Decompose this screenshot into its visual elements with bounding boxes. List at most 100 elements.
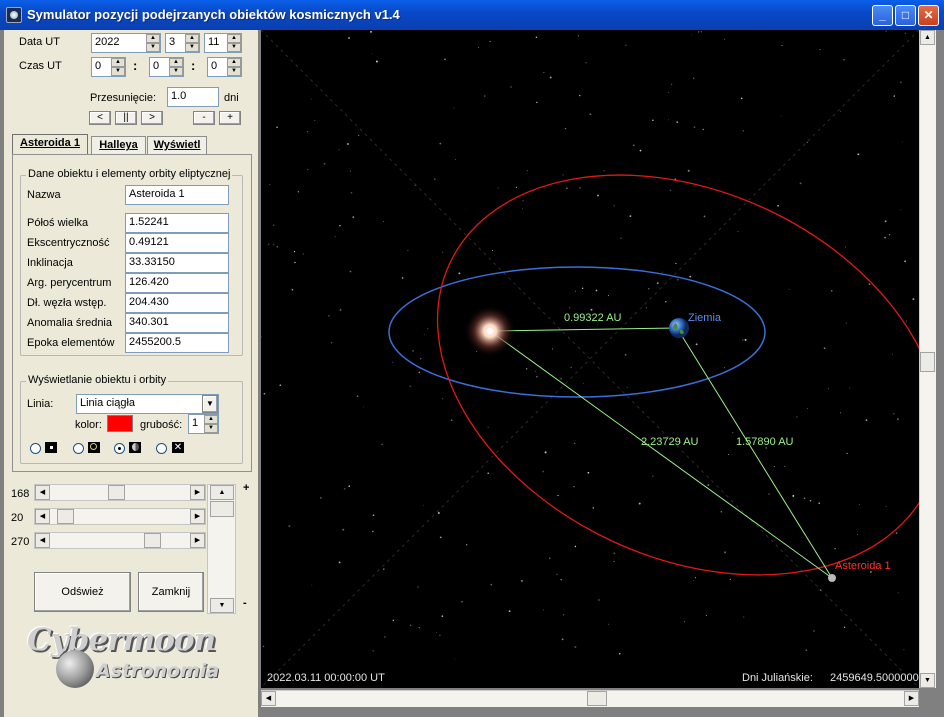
orbit-view[interactable]: Ziemia Asteroida 1 0.99322 AU 2.23729 AU…: [261, 30, 919, 688]
semi-major-axis-input[interactable]: 1.52241: [125, 213, 229, 233]
step-forward-button[interactable]: >: [141, 111, 163, 125]
star: [339, 225, 341, 227]
down-arrow-icon[interactable]: ▼: [185, 43, 199, 52]
up-arrow-icon[interactable]: ▲: [146, 34, 160, 43]
earth-label: Ziemia: [688, 312, 722, 324]
speed-down-button[interactable]: -: [193, 111, 215, 125]
down-arrow-icon[interactable]: ▼: [111, 67, 125, 76]
step-back-button[interactable]: <: [89, 111, 111, 125]
app-icon[interactable]: [6, 7, 22, 23]
maximize-icon: □: [901, 8, 910, 22]
down-arrow-icon[interactable]: ▼: [169, 67, 183, 76]
star: [780, 115, 782, 117]
star: [648, 288, 650, 290]
down-arrow-icon[interactable]: ▼: [210, 598, 234, 613]
up-arrow-icon[interactable]: ▲: [920, 30, 935, 45]
zoom-thumb[interactable]: [210, 501, 234, 517]
marker-radio-3[interactable]: [114, 443, 125, 454]
tab-asteroid[interactable]: Asteroida 1: [12, 134, 88, 155]
rotation-z-slider[interactable]: ◀ ▶: [34, 532, 206, 549]
slider-thumb[interactable]: [108, 485, 125, 500]
star: [535, 36, 538, 39]
hour-spinner[interactable]: 0 ▲ ▼: [91, 57, 126, 77]
tab-halley[interactable]: Halleya: [91, 136, 146, 154]
up-arrow-icon[interactable]: ▲: [185, 34, 199, 43]
pause-button[interactable]: ||: [115, 111, 137, 125]
down-arrow-icon[interactable]: ▼: [146, 43, 160, 52]
up-arrow-icon[interactable]: ▲: [111, 58, 125, 67]
rotation-x-slider[interactable]: ◀ ▶: [34, 484, 206, 501]
down-arrow-icon[interactable]: ▼: [227, 43, 241, 52]
zoom-slider[interactable]: ▲ ▼: [207, 484, 236, 614]
star: [487, 426, 489, 428]
speed-up-button[interactable]: +: [219, 111, 241, 125]
minimize-button[interactable]: _: [872, 5, 893, 26]
star: [585, 62, 587, 64]
distance-sun-earth: 0.99322 AU: [564, 312, 622, 324]
up-arrow-icon[interactable]: ▲: [169, 58, 183, 67]
color-picker-swatch[interactable]: [107, 415, 133, 432]
left-arrow-icon[interactable]: ◀: [35, 509, 50, 524]
epoch-input[interactable]: 2455200.5: [125, 333, 229, 353]
horizontal-scroll-thumb[interactable]: [587, 691, 607, 706]
left-arrow-icon[interactable]: ◀: [35, 533, 50, 548]
year-spinner[interactable]: 2022 ▲ ▼: [91, 33, 161, 53]
star: [904, 260, 906, 263]
down-arrow-icon[interactable]: ▼: [204, 424, 218, 433]
close-button[interactable]: Zamknij: [138, 572, 204, 612]
ascending-node-input[interactable]: 204.430: [125, 293, 229, 313]
tab-display[interactable]: Wyświetl: [147, 136, 207, 154]
slider-thumb[interactable]: [57, 509, 74, 524]
up-arrow-icon[interactable]: ▲: [204, 415, 218, 424]
day-spinner[interactable]: 11 ▲ ▼: [204, 33, 242, 53]
right-arrow-icon[interactable]: ▶: [190, 509, 205, 524]
down-arrow-icon[interactable]: ▼: [227, 67, 241, 76]
time-separator: :: [133, 58, 138, 73]
left-arrow-icon[interactable]: ◀: [35, 485, 50, 500]
rotation-y-slider[interactable]: ◀ ▶: [34, 508, 206, 525]
name-input[interactable]: Asteroida 1: [125, 185, 229, 205]
cross-marker-icon: ✕: [172, 442, 184, 453]
sun-core: [487, 328, 493, 334]
right-arrow-icon[interactable]: ▶: [190, 533, 205, 548]
arg-pericenter-input[interactable]: 126.420: [125, 273, 229, 293]
marker-radio-2[interactable]: [73, 443, 84, 454]
up-arrow-icon[interactable]: ▲: [227, 58, 241, 67]
star: [818, 502, 820, 504]
line-style-select[interactable]: Linia ciągła: [76, 394, 219, 414]
line-width-label: grubość:: [140, 419, 183, 431]
right-arrow-icon[interactable]: ▶: [904, 691, 919, 706]
eccentricity-input[interactable]: 0.49121: [125, 233, 229, 253]
slider-thumb[interactable]: [144, 533, 161, 548]
shift-input[interactable]: 1.0: [167, 87, 219, 107]
close-window-button[interactable]: ✕: [918, 5, 939, 26]
inclination-input[interactable]: 33.33150: [125, 253, 229, 273]
star: [536, 375, 538, 378]
star: [809, 499, 812, 502]
right-arrow-icon[interactable]: ▶: [190, 485, 205, 500]
refresh-button[interactable]: Odśwież: [34, 572, 131, 612]
star: [465, 544, 468, 546]
star: [724, 367, 725, 369]
marker-radio-1[interactable]: [30, 443, 41, 454]
up-arrow-icon[interactable]: ▲: [210, 485, 234, 500]
asteroid-label: Asteroida 1: [835, 560, 891, 572]
down-arrow-icon[interactable]: ▼: [920, 673, 935, 688]
mean-anomaly-input[interactable]: 340.301: [125, 313, 229, 333]
second-spinner[interactable]: 0 ▲ ▼: [207, 57, 242, 77]
line-width-spinner[interactable]: 1 ▲ ▼: [188, 414, 219, 434]
marker-radio-4[interactable]: [156, 443, 167, 454]
star: [562, 174, 564, 176]
month-spinner[interactable]: 3 ▲ ▼: [165, 33, 200, 53]
up-arrow-icon[interactable]: ▲: [227, 34, 241, 43]
maximize-button[interactable]: □: [895, 5, 916, 26]
minute-spinner[interactable]: 0 ▲ ▼: [149, 57, 184, 77]
horizontal-scrollbar[interactable]: ◀ ▶: [261, 690, 919, 707]
vertical-scroll-thumb[interactable]: [920, 352, 935, 372]
chevron-down-icon[interactable]: ▼: [202, 395, 218, 413]
star: [560, 578, 562, 581]
left-arrow-icon[interactable]: ◀: [261, 691, 276, 706]
star: [788, 289, 790, 291]
vertical-scrollbar[interactable]: ▲ ▼: [919, 30, 936, 688]
orbit-canvas[interactable]: Ziemia Asteroida 1 0.99322 AU 2.23729 AU…: [261, 30, 919, 688]
